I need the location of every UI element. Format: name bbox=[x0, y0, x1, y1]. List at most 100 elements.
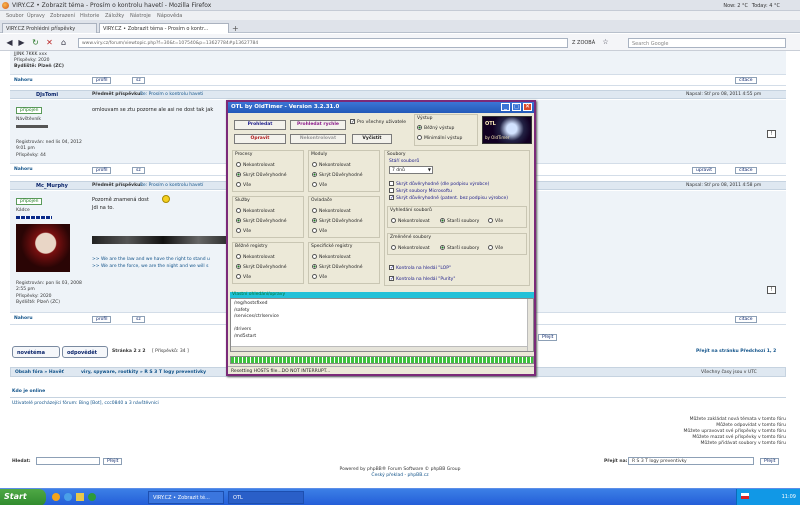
jump-button-behind[interactable]: Přejít bbox=[538, 334, 558, 341]
profile-button[interactable]: profil bbox=[92, 316, 112, 323]
language-flag-icon[interactable] bbox=[741, 493, 749, 499]
goto-page[interactable]: Přejít na stránku Předchozí 1, 2 bbox=[696, 349, 776, 354]
task-otl[interactable]: OTL bbox=[228, 491, 304, 504]
processes-none-radio[interactable]: Nekontrolovat bbox=[236, 162, 275, 168]
pm-button[interactable]: sz bbox=[132, 77, 145, 84]
quote-button[interactable]: citace bbox=[735, 316, 757, 323]
pm-button[interactable]: sz bbox=[132, 167, 145, 174]
menu-help[interactable]: Nápověda bbox=[157, 13, 182, 19]
profile-button[interactable]: profil bbox=[92, 167, 112, 174]
translation-credit[interactable]: Český překlad - phpBB.cz bbox=[0, 473, 800, 478]
reload-icon[interactable]: ↻ bbox=[30, 38, 41, 48]
modules-all-radio[interactable]: Vše bbox=[312, 182, 327, 188]
minimize-icon[interactable]: _ bbox=[501, 103, 510, 111]
changed-all-radio[interactable]: Vše bbox=[488, 245, 503, 251]
services-safe-radio[interactable]: Skrýt Důvěryhodné bbox=[236, 218, 287, 224]
quicklaunch-app-icon[interactable] bbox=[88, 493, 96, 501]
quicklaunch-firefox-icon[interactable] bbox=[52, 493, 60, 501]
hide-unsigned-checkbox[interactable]: ✓ Skrýt důvěryhodné (patent. bez podpisu … bbox=[389, 195, 508, 201]
tab-zobrazit-tema[interactable]: VIRY.CZ • Zobrazit téma - Prosím o kontr… bbox=[99, 23, 229, 33]
ext-registry-safe-radio[interactable]: Skrýt Důvěryhodné bbox=[312, 264, 363, 270]
menu-history[interactable]: Historie bbox=[80, 13, 99, 19]
menu-file[interactable]: Soubor bbox=[6, 13, 24, 19]
lop-checkbox[interactable]: ✓ Kontrola na hledáí "LOP" bbox=[389, 265, 451, 271]
quicklaunch-ie-icon[interactable] bbox=[64, 493, 72, 501]
stop-icon[interactable]: ✕ bbox=[44, 38, 55, 48]
scan-button[interactable]: Prohledat bbox=[234, 120, 286, 130]
report-icon[interactable]: ! bbox=[767, 286, 776, 294]
ext-registry-none-radio[interactable]: Nekontrolovat bbox=[312, 254, 351, 260]
modules-none-radio[interactable]: Nekontrolovat bbox=[312, 162, 351, 168]
services-all-radio[interactable]: Vše bbox=[236, 228, 251, 234]
post-subject[interactable]: Re: Prosím o kontrolu haveti bbox=[140, 92, 203, 97]
forward-icon[interactable]: ▶ bbox=[16, 38, 27, 48]
pm-button[interactable]: sz bbox=[132, 316, 145, 323]
drivers-all-radio[interactable]: Vše bbox=[312, 228, 327, 234]
file-search-old-radio[interactable]: Starší soubory bbox=[440, 218, 479, 224]
forum-search-input[interactable] bbox=[36, 457, 100, 465]
bookmark-star-icon[interactable]: ☆ bbox=[600, 38, 611, 48]
breadcrumb-forum[interactable]: viry, spyware, rootkity » R S 3 T logy p… bbox=[81, 370, 206, 375]
changed-old-radio[interactable]: Starší soubory bbox=[440, 245, 479, 251]
file-age-select[interactable]: 7 dnů ▼ bbox=[389, 166, 433, 174]
quick-scan-button[interactable]: Prohledat rychle bbox=[290, 120, 346, 130]
modules-safe-radio[interactable]: Skrýt Důvěryhodné bbox=[312, 172, 363, 178]
reply-button[interactable]: odpovědět bbox=[62, 346, 108, 358]
drivers-safe-radio[interactable]: Skrýt Důvěryhodné bbox=[312, 218, 363, 224]
nahoru-link[interactable]: Nahoru bbox=[14, 167, 33, 172]
horizontal-scrollbar[interactable] bbox=[231, 346, 527, 351]
services-none-radio[interactable]: Nekontrolovat bbox=[236, 208, 275, 214]
report-icon[interactable]: ! bbox=[767, 130, 776, 138]
purity-checkbox[interactable]: ✓ Kontrola na hledáí "Purity" bbox=[389, 276, 455, 282]
fix-button[interactable]: Opravit bbox=[234, 134, 286, 144]
std-registry-all-radio[interactable]: Vše bbox=[236, 274, 251, 280]
output-standard-radio[interactable]: Běžný výstup bbox=[417, 125, 454, 131]
quote-button[interactable]: citace bbox=[735, 77, 757, 84]
nahoru-link[interactable]: Nahoru bbox=[14, 78, 33, 83]
std-registry-none-radio[interactable]: Nekontrolovat bbox=[236, 254, 275, 260]
back-icon[interactable]: ◀ bbox=[4, 38, 15, 48]
jump-select[interactable]: R S 3 T logy preventivky bbox=[628, 457, 754, 465]
tab-prohledni[interactable]: VIRY.CZ Prohlédni příspěvky bbox=[2, 23, 97, 33]
start-button[interactable]: Start bbox=[0, 489, 46, 505]
task-firefox[interactable]: VIRY.CZ • Zobrazit té... bbox=[148, 491, 224, 504]
quote-button[interactable]: citace bbox=[735, 167, 757, 174]
maximize-icon[interactable]: □ bbox=[512, 103, 521, 111]
processes-safe-radio[interactable]: Skrýt Důvěryhodné bbox=[236, 172, 287, 178]
forum-search-button[interactable]: Přejít bbox=[103, 458, 123, 465]
edit-button[interactable]: upravit bbox=[692, 167, 716, 174]
quicklaunch-folder-icon[interactable] bbox=[76, 493, 84, 501]
post-subject[interactable]: Re: Prosím o kontrolu havetí bbox=[140, 183, 203, 188]
jump-button[interactable]: Přejít bbox=[760, 458, 780, 465]
ext-registry-all-radio[interactable]: Vše bbox=[312, 274, 327, 280]
post-author[interactable]: Mc_Murphy bbox=[36, 183, 68, 189]
menu-tools[interactable]: Nástroje bbox=[130, 13, 151, 19]
profile-button[interactable]: profil bbox=[92, 77, 112, 84]
output-minimal-radio[interactable]: Minimální výstup bbox=[417, 135, 462, 141]
changed-none-radio[interactable]: Nekontrolovat bbox=[391, 245, 430, 251]
close-icon[interactable]: ✕ bbox=[523, 103, 532, 111]
cleanup-button[interactable]: Vyčistit bbox=[352, 134, 392, 144]
url-input[interactable]: www.viry.cz/forum/viewtopic.php?f=30&t=1… bbox=[78, 38, 568, 48]
file-search-none-radio[interactable]: Nekontrolovat bbox=[391, 218, 430, 224]
search-input[interactable]: Search Google bbox=[628, 38, 786, 48]
nahoru-link[interactable]: Nahoru bbox=[14, 316, 33, 321]
vertical-scrollbar[interactable] bbox=[527, 299, 533, 351]
custom-scan-textarea[interactable]: /reg/hostsfixed /safety /services/ctrlse… bbox=[230, 298, 534, 352]
menu-view[interactable]: Zobrazení bbox=[50, 13, 75, 19]
new-topic-button[interactable]: novétéma bbox=[12, 346, 60, 358]
hide-microsoft-checkbox[interactable]: Skrýt soubory Microsoftu bbox=[389, 188, 452, 194]
post-author[interactable]: DJsTomi bbox=[36, 92, 58, 98]
breadcrumb-home[interactable]: Obsah fóra » Havěť bbox=[15, 370, 64, 375]
home-icon[interactable]: ⌂ bbox=[58, 38, 69, 48]
menu-edit[interactable]: Úpravy bbox=[27, 13, 45, 19]
all-users-checkbox[interactable]: ✓ Pro všechny uživatele bbox=[350, 119, 406, 125]
processes-all-radio[interactable]: Vše bbox=[236, 182, 251, 188]
menu-bookmarks[interactable]: Záložky bbox=[105, 13, 124, 19]
hide-signed-checkbox[interactable]: Skrýt důvěryhodné (dle podpisu výrobce) bbox=[389, 181, 489, 187]
drivers-none-radio[interactable]: Nekontrolovat bbox=[312, 208, 351, 214]
std-registry-safe-radio[interactable]: Skrýt Důvěryhodné bbox=[236, 264, 287, 270]
file-search-all-radio[interactable]: Vše bbox=[488, 218, 503, 224]
new-tab-icon[interactable]: + bbox=[232, 24, 239, 33]
nocheck-button[interactable]: Nekontrolovat bbox=[290, 134, 346, 144]
